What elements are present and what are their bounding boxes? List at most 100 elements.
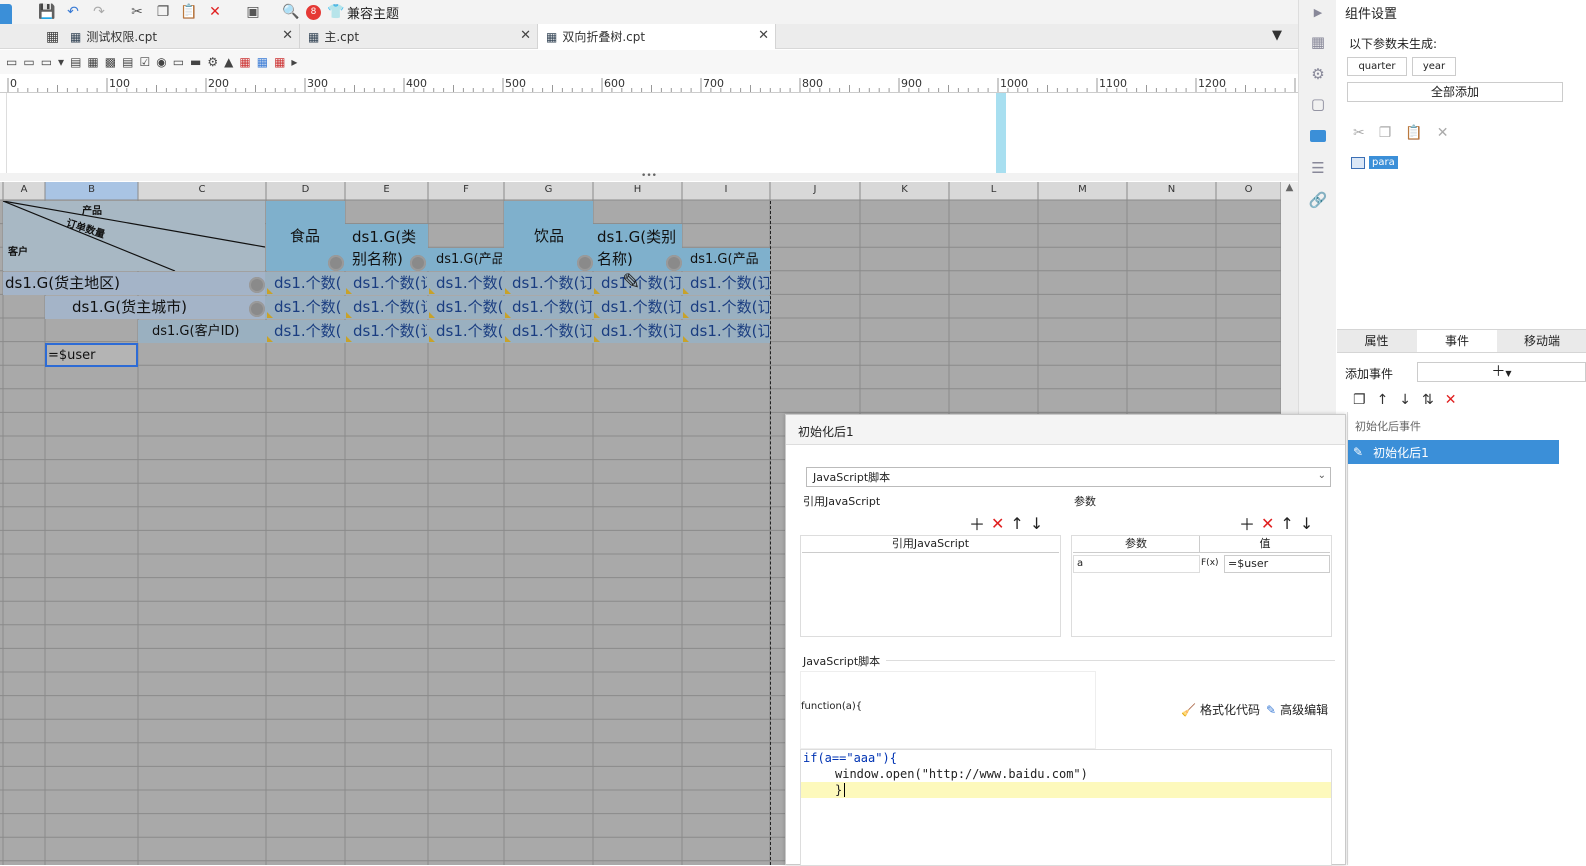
splitter-handle[interactable]: •••	[0, 172, 1298, 181]
toggle-widget-icon[interactable]: ▬	[190, 55, 201, 69]
column-header-j[interactable]: J	[770, 184, 860, 195]
label-widget-icon[interactable]: ▭	[6, 55, 17, 69]
ref-down-icon[interactable]: ↓	[1030, 514, 1043, 533]
count-cell[interactable]: ds1.个数(订	[512, 320, 592, 343]
param-down-icon[interactable]: ↓	[1300, 514, 1313, 533]
script-type-select[interactable]: JavaScript脚本 ⌄	[806, 467, 1331, 487]
radio-group-icon[interactable]: ◉	[156, 55, 166, 69]
delete-event-icon[interactable]: ✕	[1445, 392, 1457, 408]
text-field-icon[interactable]: ▭	[173, 55, 184, 69]
condition-icon[interactable]: ⚙	[1305, 62, 1331, 86]
region-label[interactable]: ds1.G(货主地区)	[5, 272, 120, 295]
grid-view-icon[interactable]: ▦	[46, 29, 59, 45]
count-cell[interactable]: ds1.个数(订	[690, 272, 769, 295]
fx-button[interactable]: F(x)	[1201, 555, 1223, 573]
sort-icon[interactable]: ⇅	[1422, 392, 1434, 408]
link-icon[interactable]: 🔗	[1305, 188, 1331, 212]
tab-mobile[interactable]: 移动端	[1498, 330, 1586, 352]
delete-icon[interactable]: ✕	[1437, 125, 1449, 141]
count-cell[interactable]: ds1.个数(	[436, 272, 503, 295]
column-header-c[interactable]: C	[138, 184, 266, 195]
template-icon[interactable]: ▣	[242, 1, 264, 23]
checkbox-group-icon[interactable]: ☑	[139, 55, 150, 69]
paste-icon[interactable]: 📋	[178, 1, 200, 23]
column-header-g[interactable]: G	[504, 184, 593, 195]
close-icon[interactable]: ✕	[758, 28, 769, 43]
cell-attr-icon[interactable]: ▦	[1305, 30, 1331, 54]
more-widgets-icon[interactable]: ▸	[291, 55, 297, 69]
count-cell[interactable]: ds1.个数(	[436, 320, 503, 343]
combo-widget-icon[interactable]: ▾	[58, 55, 64, 69]
table-widget-icon[interactable]: ▦	[257, 55, 268, 69]
event-list-item[interactable]: ✎ 初始化后1	[1347, 440, 1559, 464]
count-cell[interactable]: ds1.个数(订	[601, 296, 681, 319]
delete-icon[interactable]: ✕	[204, 1, 226, 23]
collapse-panel-icon[interactable]: ▶	[1305, 0, 1331, 24]
param-value-field[interactable]: =$user	[1224, 555, 1330, 573]
add-event-select[interactable]: ＋▼	[1417, 362, 1586, 382]
count-cell[interactable]: ds1.个数(订	[512, 296, 592, 319]
format-code-button[interactable]: 🧹 格式化代码	[1181, 701, 1260, 718]
code-editor[interactable]: if(a=="aaa"){ window.open("http://www.ba…	[800, 749, 1332, 866]
count-cell[interactable]: ds1.个数(	[274, 272, 344, 295]
count-cell[interactable]: ds1.个数(	[274, 320, 344, 343]
cut-icon[interactable]: ✂	[126, 1, 148, 23]
datetime-widget-icon[interactable]: ▦	[274, 55, 285, 69]
city-label[interactable]: ds1.G(货主城市)	[72, 296, 187, 319]
widget-tree-item[interactable]: para	[1351, 156, 1398, 169]
widget-settings-icon[interactable]	[1305, 124, 1331, 148]
text-widget-icon[interactable]: ▭	[23, 55, 34, 69]
move-up-icon[interactable]: ↑	[1377, 392, 1389, 408]
save-icon[interactable]: 💾	[36, 1, 58, 23]
number-widget-icon[interactable]: ▩	[105, 55, 116, 69]
count-cell[interactable]: ds1.个数(订	[601, 320, 681, 343]
count-cell[interactable]: ds1.个数(	[436, 296, 503, 319]
redo-icon[interactable]: ↷	[88, 1, 110, 23]
move-down-icon[interactable]: ↓	[1399, 392, 1411, 408]
tree-combo-icon[interactable]: ▲	[224, 55, 233, 69]
data-list-icon[interactable]: ☰	[1305, 156, 1331, 180]
theme-button[interactable]: 兼容主题	[347, 3, 399, 22]
parameter-pane[interactable]	[0, 93, 1298, 173]
tree-widget-icon[interactable]: ⚙	[207, 55, 218, 69]
count-cell[interactable]: ds1.个数(订	[690, 296, 769, 319]
tab-test-permission[interactable]: ▦ 测试权限.cpt ✕	[62, 24, 300, 49]
copy-icon[interactable]: ❐	[152, 1, 174, 23]
scroll-up-icon[interactable]: ▲	[1281, 182, 1298, 193]
date-widget-icon[interactable]: ▦	[239, 55, 250, 69]
undo-icon[interactable]: ↶	[62, 1, 84, 23]
advanced-edit-button[interactable]: ✎ 高级编辑	[1266, 701, 1328, 718]
ref-up-icon[interactable]: ↑	[1010, 514, 1023, 533]
tab-properties[interactable]: 属性	[1337, 330, 1416, 352]
count-cell[interactable]: ds1.个数(订	[690, 320, 769, 343]
textarea-widget-icon[interactable]: ▤	[122, 55, 133, 69]
add-param-icon[interactable]: ＋	[1239, 511, 1255, 535]
column-header-f[interactable]: F	[428, 184, 504, 195]
list-widget-icon[interactable]: ▤	[70, 55, 81, 69]
close-icon[interactable]: ✕	[520, 28, 531, 43]
add-ref-icon[interactable]: ＋	[969, 511, 985, 535]
column-header-m[interactable]: M	[1038, 184, 1127, 195]
notification-badge[interactable]: 8	[306, 4, 321, 20]
remove-param-icon[interactable]: ✕	[1261, 514, 1274, 533]
paste-icon[interactable]: 📋	[1405, 125, 1422, 141]
close-icon[interactable]: ✕	[282, 28, 293, 43]
diagonal-header[interactable]	[3, 201, 265, 271]
cust-id-label[interactable]: ds1.G(客户ID)	[152, 320, 240, 343]
count-cell[interactable]: ds1.个数(订	[353, 320, 427, 343]
param-chip-quarter[interactable]: quarter	[1347, 57, 1407, 76]
button-widget-icon[interactable]: ▭	[41, 55, 52, 69]
tab-events[interactable]: 事件	[1417, 330, 1497, 352]
count-cell[interactable]: ds1.个数(订	[353, 296, 427, 319]
param-chip-year[interactable]: year	[1412, 57, 1456, 76]
tab-folding-tree[interactable]: ▦ 双向折叠树.cpt ✕	[538, 24, 776, 49]
copy-icon[interactable]: ❐	[1379, 125, 1392, 141]
remove-ref-icon[interactable]: ✕	[991, 514, 1004, 533]
column-header-k[interactable]: K	[860, 184, 949, 195]
count-cell[interactable]: ds1.个数(订	[601, 272, 681, 295]
tab-main[interactable]: ▦ 主.cpt ✕	[300, 24, 538, 49]
count-cell[interactable]: ds1.个数(订	[353, 272, 427, 295]
column-header-h[interactable]: H	[593, 184, 682, 195]
column-header-n[interactable]: N	[1127, 184, 1216, 195]
column-header-i[interactable]: I	[682, 184, 770, 195]
